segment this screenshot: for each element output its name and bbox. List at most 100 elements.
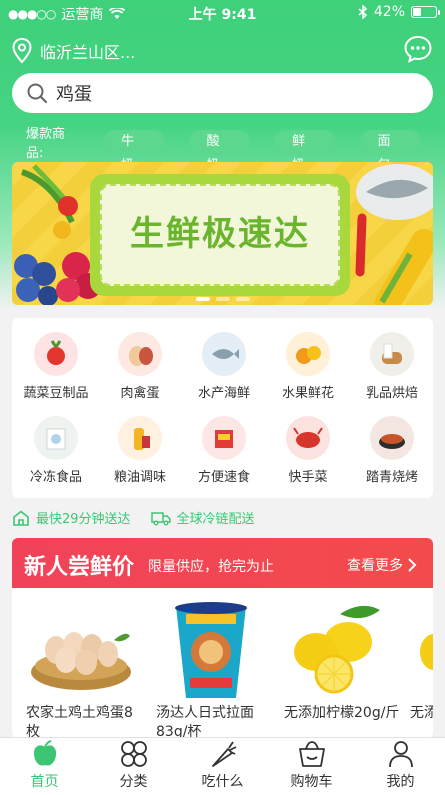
instant-icon — [202, 416, 246, 460]
tab-what-to-eat[interactable]: 吃什么 — [178, 738, 267, 795]
category-item[interactable]: 乳品烘焙 — [348, 332, 436, 401]
bbq-icon — [370, 416, 414, 460]
category-label: 快手菜 — [288, 470, 328, 485]
tab-label: 吃什么 — [201, 774, 244, 790]
banner-page-dot[interactable] — [235, 297, 250, 301]
eggs-icon — [26, 600, 146, 700]
promo-subtitle: 限量供应，抢完为止 — [148, 559, 274, 575]
fish-icon — [202, 332, 246, 376]
battery-percent: 42% — [373, 4, 405, 20]
user-icon — [388, 741, 413, 768]
category-item[interactable]: 踏青烧烤 — [348, 416, 436, 485]
apple-icon — [33, 740, 56, 766]
search-input[interactable]: 鸡蛋 — [12, 73, 433, 113]
product-card[interactable]: 无添20 — [410, 600, 433, 723]
bluetooth-icon — [358, 5, 367, 19]
category-item[interactable]: 水产海鲜 — [180, 332, 268, 401]
category-label: 粮油调味 — [113, 470, 166, 485]
perk-label: 最快29分钟送达 — [36, 512, 131, 527]
crayfish-icon — [286, 416, 330, 460]
fruit-icon — [286, 332, 330, 376]
perk-fast-delivery: 最快29分钟送达 — [12, 508, 131, 527]
category-label: 踏青烧烤 — [365, 470, 418, 485]
home-delivery-icon — [13, 509, 29, 526]
category-label: 冷冻食品 — [29, 470, 82, 485]
product-card[interactable]: 无添加柠檬20g/斤 — [284, 600, 404, 723]
new-user-promo: 新人尝鲜价 限量供应，抢完为止 查看更多 农家土鸡土鸡蛋8枚 汤达人日式拉面83… — [12, 538, 433, 738]
banner-page-dot[interactable] — [195, 297, 210, 301]
hot-products: 爆款商品: 牛奶 酸奶 鲜奶 面包 — [26, 123, 445, 173]
category-label: 肉禽蛋 — [120, 386, 160, 401]
category-item[interactable]: 冷冻食品 — [12, 416, 100, 485]
vegetable-icon — [34, 332, 78, 376]
category-item[interactable]: 粮油调味 — [96, 416, 184, 485]
produce-left-illustration — [14, 164, 101, 305]
category-item[interactable]: 肉禽蛋 — [96, 332, 184, 401]
category-label: 水产海鲜 — [197, 386, 250, 401]
chevron-right-icon — [408, 558, 417, 572]
view-more-label: 查看更多 — [347, 558, 403, 574]
product-name: 农家土鸡土鸡蛋8枚 — [26, 705, 133, 738]
hot-tag-bread[interactable]: 面包 — [359, 130, 421, 173]
tab-profile[interactable]: 我的 — [356, 738, 445, 795]
promo-header: 新人尝鲜价 限量供应，抢完为止 查看更多 — [12, 538, 433, 588]
message-button[interactable] — [403, 34, 433, 64]
category-label: 方便速食 — [197, 470, 250, 485]
meat-icon — [118, 332, 162, 376]
tab-category[interactable]: 分类 — [89, 738, 178, 795]
truck-icon — [150, 511, 171, 525]
product-name: 无添20 — [410, 705, 433, 721]
tab-home[interactable]: 首页 — [0, 738, 89, 795]
product-icon — [410, 600, 433, 700]
category-label: 乳品烘焙 — [365, 386, 418, 401]
tab-bar: 首页 分类 吃什么 购物车 我的 — [0, 737, 445, 795]
service-perks: 最快29分钟送达 全球冷链配送 — [12, 508, 275, 527]
chat-bubble-icon — [404, 35, 432, 63]
noodle-cup-icon — [156, 600, 276, 700]
banner-slogan: 生鲜极速达 — [130, 214, 310, 254]
lemon-icon — [284, 600, 404, 700]
product-card[interactable]: 汤达人日式拉面83g/杯 — [156, 600, 276, 738]
search-icon — [27, 83, 48, 104]
location-pin-icon — [12, 38, 32, 64]
produce-right-illustration — [355, 164, 433, 305]
tab-label: 分类 — [119, 774, 148, 790]
app-screen: ●●●○○ 运营商 上午 9:41 42% 临沂兰山区... 鸡蛋 爆款商品: … — [0, 0, 445, 795]
location-text[interactable]: 临沂兰山区... — [40, 39, 135, 63]
perk-label: 全球冷链配送 — [176, 512, 255, 527]
oil-icon — [118, 416, 162, 460]
frozen-icon — [34, 416, 78, 460]
bakery-icon — [370, 332, 414, 376]
carrot-icon — [211, 741, 236, 767]
category-item[interactable]: 蔬菜豆制品 — [12, 332, 100, 401]
tab-cart[interactable]: 购物车 — [267, 738, 356, 795]
location-bar[interactable]: 临沂兰山区... — [12, 34, 433, 68]
category-grid: 蔬菜豆制品 肉禽蛋 水产海鲜 水果鲜花 乳品烘焙冷冻食品 粮油调味 方便速食 快手菜 踏青烧烤 — [12, 318, 433, 498]
search-query[interactable]: 鸡蛋 — [56, 80, 92, 106]
category-label: 水果鲜花 — [281, 386, 334, 401]
cart-icon — [298, 741, 325, 767]
hot-tag-fresh-milk[interactable]: 鲜奶 — [274, 130, 336, 173]
hot-tag-yogurt[interactable]: 酸奶 — [188, 130, 251, 173]
banner-pagination — [12, 297, 433, 301]
category-item[interactable]: 方便速食 — [180, 416, 268, 485]
product-card[interactable]: 农家土鸡土鸡蛋8枚 — [26, 600, 146, 738]
hot-tag-milk[interactable]: 牛奶 — [103, 130, 165, 173]
product-name: 汤达人日式拉面83g/杯 — [156, 705, 254, 738]
perk-cold-chain: 全球冷链配送 — [150, 508, 255, 527]
category-icon — [120, 741, 147, 767]
product-name: 无添加柠檬20g/斤 — [284, 705, 400, 721]
battery-icon — [411, 6, 440, 18]
category-label: 蔬菜豆制品 — [23, 386, 89, 401]
promo-banner[interactable]: 生鲜极速达 — [12, 162, 433, 305]
category-item[interactable]: 水果鲜花 — [264, 332, 352, 401]
status-bar: ●●●○○ 运营商 上午 9:41 42% — [0, 0, 445, 26]
banner-page-dot[interactable] — [215, 297, 230, 301]
tab-label: 购物车 — [290, 774, 333, 790]
promo-title: 新人尝鲜价 — [24, 555, 135, 580]
tab-label: 首页 — [30, 774, 59, 790]
tab-label: 我的 — [386, 774, 415, 790]
view-more-link[interactable]: 查看更多 — [347, 555, 417, 575]
category-item[interactable]: 快手菜 — [264, 416, 352, 485]
hot-label: 爆款商品: — [26, 127, 66, 161]
